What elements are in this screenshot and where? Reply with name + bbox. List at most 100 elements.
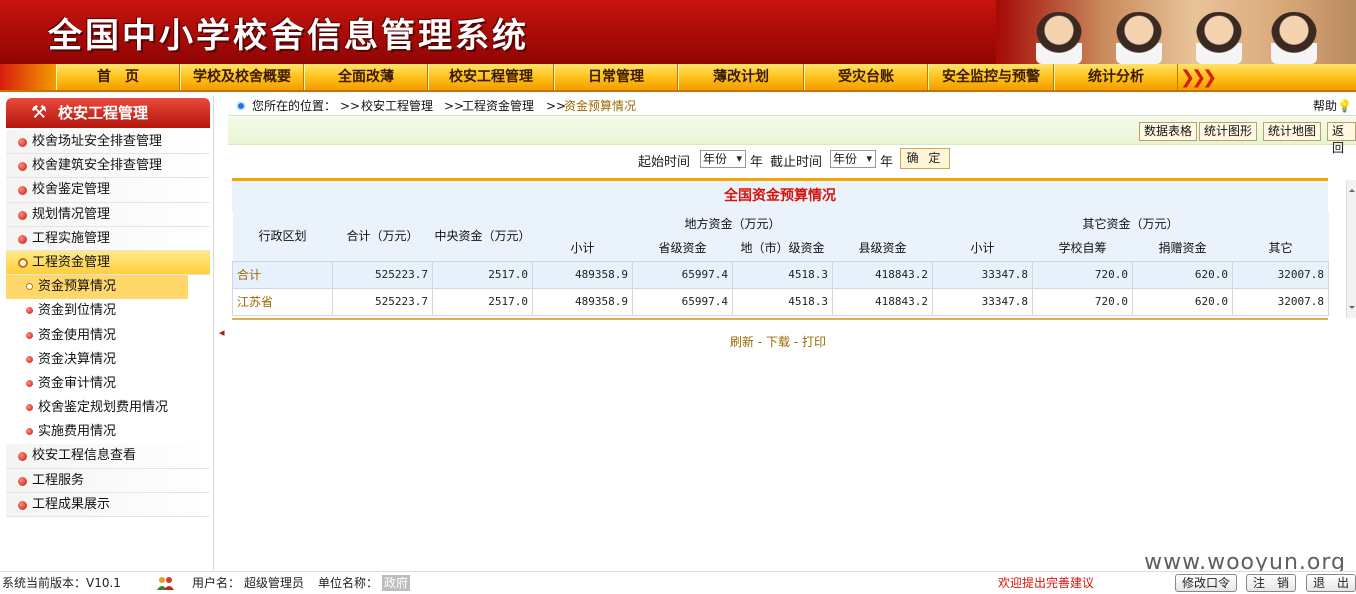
banner-photo <box>996 0 1356 64</box>
breadcrumb-item[interactable]: 校安工程管理 <box>361 96 433 116</box>
value-cell: 720.0 <box>1032 260 1134 289</box>
change-password-button[interactable]: 修改口令 <box>1175 574 1238 592</box>
col-misc: 其它 <box>1232 236 1329 261</box>
back-button[interactable]: 返 回 <box>1327 122 1356 155</box>
value-cell: 33347.8 <box>932 287 1034 316</box>
sidebar-subitem[interactable]: 实施费用情况 <box>6 420 210 444</box>
nav-daily-management[interactable]: 日常管理 <box>554 64 678 90</box>
sidebar-subitem[interactable]: 资金到位情况 <box>6 299 210 323</box>
sidebar-item[interactable]: 工程实施管理 <box>6 226 210 251</box>
value-cell: 720.0 <box>1032 287 1134 316</box>
nav-full-renovation[interactable]: 全面改薄 <box>304 64 428 90</box>
nav-improvement-plan[interactable]: 薄改计划 <box>678 64 804 90</box>
student-figure <box>1036 12 1082 64</box>
system-title: 全国中小学校舍信息管理系统 <box>48 16 529 56</box>
student-figure <box>1116 12 1162 64</box>
bullet-icon <box>26 283 33 291</box>
username: 超级管理员 <box>244 576 305 590</box>
sidebar-subitem[interactable]: 资金预算情况 <box>6 275 188 300</box>
table-scrollbar[interactable] <box>1346 180 1356 318</box>
value-cell: 65997.4 <box>632 287 733 316</box>
nav-home[interactable]: 首 页 <box>56 64 180 90</box>
col-central: 中央资金（万元） <box>432 211 533 261</box>
users-icon <box>157 577 174 590</box>
bullet-icon <box>18 452 27 462</box>
budget-table: 行政区划 合计（万元） 中央资金（万元） 地方资金（万元） 其它资金（万元） 小… <box>232 211 1330 316</box>
sidebar-title: ⚒ 校安工程管理 <box>6 98 210 128</box>
refresh-link[interactable]: 刷新 <box>730 335 754 349</box>
bullet-icon <box>18 476 27 486</box>
sidebar-subitem[interactable]: 资金决算情况 <box>6 348 210 372</box>
confirm-button[interactable]: 确 定 <box>900 148 950 169</box>
exit-button[interactable]: 退 出 <box>1306 574 1356 592</box>
suggestion-link[interactable]: 欢迎提出完善建议 <box>998 572 1094 594</box>
nav-school-overview[interactable]: 学校及校舍概要 <box>180 64 304 90</box>
sidebar-subitem[interactable]: 资金使用情况 <box>6 324 210 348</box>
student-figure <box>1271 12 1317 64</box>
bullet-icon <box>18 210 27 220</box>
bullet-icon <box>26 428 33 436</box>
bullet-icon <box>18 257 28 268</box>
help-link[interactable]: 帮助💡 <box>1313 96 1352 116</box>
sidebar-item[interactable]: 规划情况管理 <box>6 202 210 227</box>
col-local: 地方资金（万元） <box>532 211 933 236</box>
table-title: 全国资金预算情况 <box>232 181 1328 211</box>
value-cell: 418843.2 <box>831 260 934 289</box>
sidebar: ⚒ 校安工程管理 校舍场址安全排查管理 校舍建筑安全排查管理 校舍鉴定管理 规划情况管… <box>0 96 214 570</box>
value-cell: 489358.9 <box>532 260 633 289</box>
col-provincial: 省级资金 <box>632 236 733 261</box>
start-year-select[interactable]: 年份 <box>700 150 746 168</box>
nav-disaster-ledger[interactable]: 受灾台账 <box>804 64 928 90</box>
sidebar-item[interactable]: 工程成果展示 <box>6 492 210 517</box>
budget-panel: 全国资金预算情况 行政区划 合计（万元） 中央资金（万元） 地方资金（万元） 其… <box>232 178 1330 320</box>
value-cell: 2517.0 <box>432 287 533 316</box>
bullet-icon <box>18 138 27 147</box>
date-filter: 起始时间 年份 年 截止时间 年份 年 确 定 <box>228 148 1356 170</box>
end-time-label: 截止时间 <box>770 155 823 170</box>
region-cell[interactable]: 合计 <box>232 260 333 289</box>
sidebar-item[interactable]: 工程服务 <box>6 468 210 493</box>
version-text: 系统当前版本：V10.1 <box>2 576 121 590</box>
nav-safety-monitoring[interactable]: 安全监控与预警 <box>928 64 1054 90</box>
start-time-label: 起始时间 <box>638 155 691 170</box>
value-cell: 525223.7 <box>332 287 433 316</box>
sidebar-item[interactable]: 校舍鉴定管理 <box>6 178 210 203</box>
sidebar-item[interactable]: 校舍建筑安全排查管理 <box>6 154 210 179</box>
main-nav: 首 页 学校及校舍概要 全面改薄 校安工程管理 日常管理 薄改计划 受灾台账 安… <box>0 64 1356 92</box>
bullet-icon <box>26 307 33 315</box>
value-cell: 33347.8 <box>932 260 1034 289</box>
unit-name: 政府 <box>382 575 411 591</box>
value-cell: 418843.2 <box>831 287 934 316</box>
sidebar-item[interactable]: 校安工程信息查看 <box>6 444 210 469</box>
value-cell: 32007.8 <box>1232 260 1330 289</box>
col-local-subtotal: 小计 <box>532 236 633 261</box>
student-figure <box>1196 12 1242 64</box>
region-cell[interactable]: 江苏省 <box>232 287 333 316</box>
chart-button[interactable]: 统计图形 <box>1199 122 1258 141</box>
value-cell: 4518.3 <box>732 260 833 289</box>
bullet-icon <box>18 162 27 172</box>
end-year-select[interactable]: 年份 <box>830 150 876 168</box>
breadcrumb-item[interactable]: 工程资金管理 <box>462 96 534 116</box>
sidebar-item[interactable]: 校舍场址安全排查管理 <box>6 130 210 155</box>
col-donation: 捐赠资金 <box>1132 236 1233 261</box>
nav-safety-project[interactable]: 校安工程管理 <box>428 64 554 90</box>
col-school-self: 学校自筹 <box>1032 236 1133 261</box>
download-link[interactable]: 下载 <box>766 335 790 349</box>
bullet-icon <box>18 234 27 244</box>
nav-statistics[interactable]: 统计分析 <box>1054 64 1178 90</box>
breadcrumb-sep: >> <box>340 99 361 113</box>
col-municipal: 地（市）级资金 <box>732 236 833 261</box>
value-cell: 4518.3 <box>732 287 833 316</box>
collapse-arrow-icon[interactable]: ◂ <box>219 326 225 339</box>
value-cell: 32007.8 <box>1232 287 1330 316</box>
sidebar-subitem[interactable]: 资金审计情况 <box>6 372 210 396</box>
col-region: 行政区划 <box>232 211 333 261</box>
logout-button[interactable]: 注 销 <box>1246 574 1297 592</box>
sidebar-subitem[interactable]: 校舍鉴定规划费用情况 <box>6 396 210 420</box>
print-link[interactable]: 打印 <box>802 335 826 349</box>
value-cell: 620.0 <box>1132 287 1234 316</box>
sidebar-item[interactable]: 工程资金管理 <box>6 250 210 276</box>
map-button[interactable]: 统计地图 <box>1263 122 1322 141</box>
data-table-button[interactable]: 数据表格 <box>1139 122 1198 141</box>
